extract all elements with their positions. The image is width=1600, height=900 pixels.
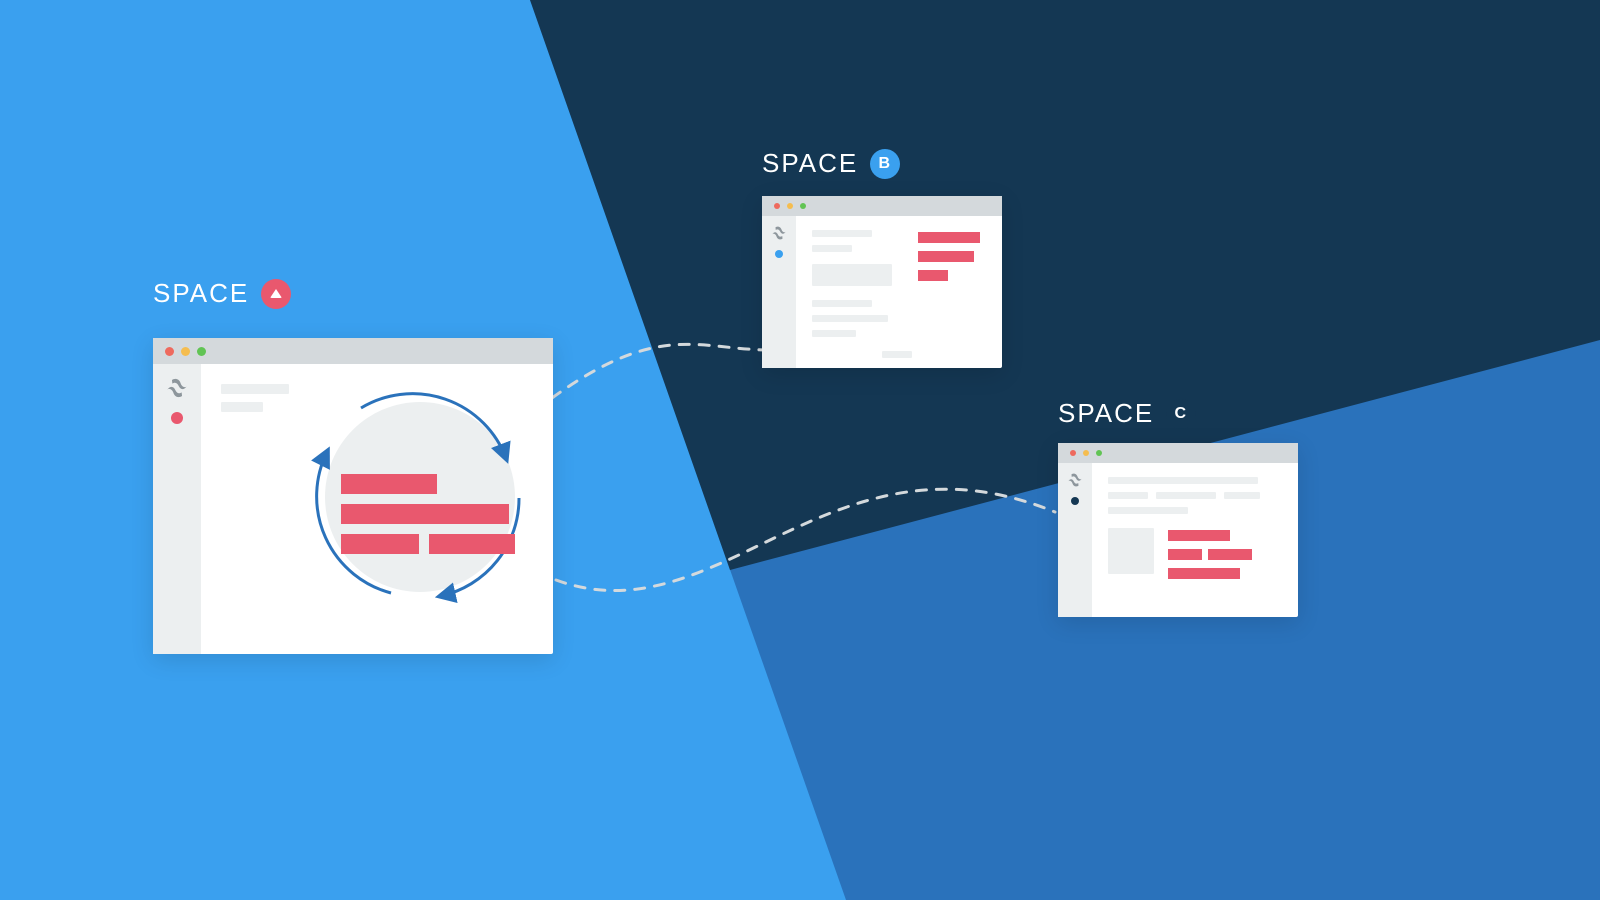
minimize-icon <box>1083 450 1089 456</box>
placeholder-line <box>812 330 856 337</box>
window-space-c <box>1058 443 1298 617</box>
zoom-icon <box>800 203 806 209</box>
content-bar <box>429 534 515 554</box>
placeholder-line <box>221 384 289 394</box>
space-b-badge-icon: B <box>870 149 900 179</box>
window-b-content <box>796 216 1002 368</box>
minimize-icon <box>787 203 793 209</box>
content-bar <box>341 504 509 524</box>
app-logo-icon <box>1068 473 1082 487</box>
app-logo-icon <box>772 226 786 240</box>
app-logo-icon <box>167 378 187 398</box>
content-bar <box>918 251 974 262</box>
source-content-block <box>341 474 515 554</box>
placeholder-line <box>1108 507 1188 514</box>
window-a-titlebar <box>153 338 553 364</box>
placeholder-line <box>1224 492 1260 499</box>
space-b-label-group: SPACE B <box>762 148 900 179</box>
zoom-icon <box>1096 450 1102 456</box>
placeholder-line <box>812 230 872 237</box>
placeholder-line <box>221 402 263 412</box>
minimize-icon <box>181 347 190 356</box>
placeholder-line <box>812 245 852 252</box>
window-space-a <box>153 338 553 654</box>
space-b-label: SPACE <box>762 148 858 179</box>
content-bar <box>341 474 437 494</box>
sidebar-dot-red-icon <box>171 412 183 424</box>
placeholder-line <box>1108 492 1148 499</box>
space-c-label-group: SPACE C <box>1058 398 1196 429</box>
placeholder-block <box>1108 528 1154 574</box>
window-c-titlebar <box>1058 443 1298 463</box>
close-icon <box>165 347 174 356</box>
space-c-badge-icon: C <box>1166 399 1196 429</box>
content-bar <box>918 270 948 281</box>
window-a-sidebar <box>153 364 201 654</box>
content-bar <box>1208 549 1252 560</box>
placeholder-line <box>1156 492 1216 499</box>
content-bar <box>1168 530 1230 541</box>
diagram-stage: SPACE SPACE B SPACE C <box>0 0 1600 900</box>
sidebar-dot-blue-icon <box>775 250 783 258</box>
space-a-label-group: SPACE <box>153 278 291 309</box>
window-space-b <box>762 196 1002 368</box>
placeholder-line <box>1108 477 1258 484</box>
space-a-badge-icon <box>261 279 291 309</box>
space-a-label: SPACE <box>153 278 249 309</box>
placeholder-line <box>812 300 872 307</box>
window-b-sidebar <box>762 216 796 368</box>
window-a-content <box>201 364 553 654</box>
content-bar <box>1168 549 1202 560</box>
space-c-label: SPACE <box>1058 398 1154 429</box>
placeholder-line <box>882 351 912 358</box>
placeholder-block <box>812 264 892 286</box>
window-b-titlebar <box>762 196 1002 216</box>
content-bar <box>918 232 980 243</box>
window-c-sidebar <box>1058 463 1092 617</box>
window-c-content <box>1092 463 1298 617</box>
zoom-icon <box>197 347 206 356</box>
sidebar-dot-navy-icon <box>1071 497 1079 505</box>
placeholder-line <box>812 315 888 322</box>
close-icon <box>774 203 780 209</box>
content-bar <box>341 534 419 554</box>
close-icon <box>1070 450 1076 456</box>
content-bar <box>1168 568 1240 579</box>
